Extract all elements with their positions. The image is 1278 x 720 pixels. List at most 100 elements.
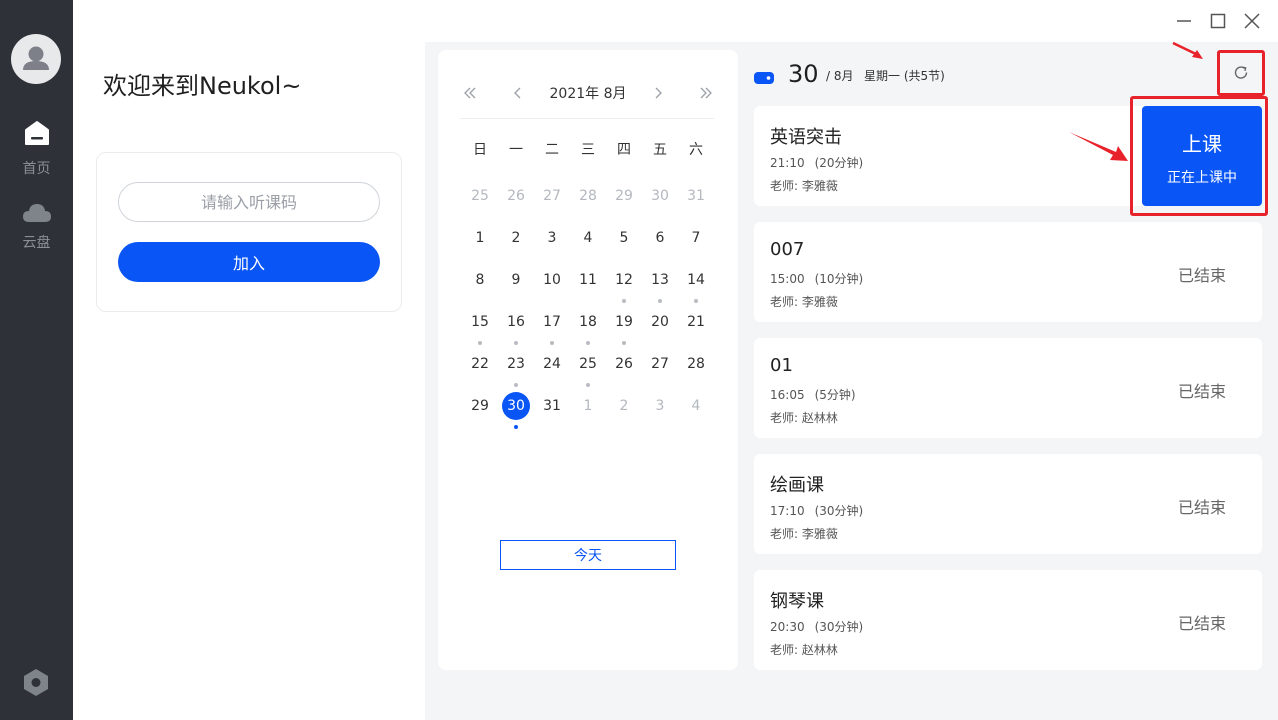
lesson-duration: (30分钟) bbox=[814, 504, 864, 518]
event-dot bbox=[586, 383, 590, 387]
calendar-day[interactable]: 25 bbox=[462, 178, 498, 214]
calendar-day[interactable]: 2 bbox=[498, 220, 534, 256]
weekday-label: 三 bbox=[581, 142, 595, 158]
calendar-day[interactable]: 7 bbox=[678, 220, 714, 256]
cloud-icon bbox=[22, 204, 51, 222]
calendar-day[interactable]: 9 bbox=[498, 262, 534, 298]
join-button[interactable]: 加入 bbox=[118, 242, 380, 282]
lesson-status: 已结束 bbox=[1177, 614, 1226, 633]
lesson-card[interactable]: 钢琴课 20:30 (30分钟) 老师: 赵林林 已结束 bbox=[754, 570, 1262, 670]
user-icon bbox=[23, 46, 49, 70]
tag-icon bbox=[754, 69, 774, 88]
calendar-day[interactable]: 11 bbox=[570, 262, 606, 298]
lesson-teacher: 老师: 李雅薇 bbox=[770, 179, 838, 193]
calendar-day[interactable]: 1 bbox=[570, 388, 606, 424]
prev-month-icon[interactable] bbox=[506, 82, 530, 104]
calendar-day[interactable]: 17 bbox=[534, 304, 570, 340]
settings-hex-icon[interactable] bbox=[22, 667, 50, 701]
calendar-day[interactable]: 22 bbox=[462, 346, 498, 382]
calendar-day[interactable]: 19 bbox=[606, 304, 642, 340]
lesson-duration: (5分钟) bbox=[814, 388, 856, 402]
next-month-icon[interactable] bbox=[646, 82, 670, 104]
lesson-title: 英语突击 bbox=[770, 127, 842, 148]
refresh-button[interactable] bbox=[1217, 50, 1265, 96]
home-icon bbox=[24, 121, 49, 145]
annotation-arrow bbox=[1066, 128, 1130, 168]
calendar-day[interactable]: 29 bbox=[462, 388, 498, 424]
sidebar-item-home[interactable]: 首页 bbox=[0, 118, 73, 178]
enter-class-button[interactable]: 上课 正在上课中 bbox=[1142, 106, 1262, 206]
weekday-label: 四 bbox=[617, 142, 631, 158]
calendar-day[interactable]: 15 bbox=[462, 304, 498, 340]
today-button[interactable]: 今天 bbox=[500, 540, 676, 570]
lesson-card[interactable]: 007 15:00 (10分钟) 老师: 李雅薇 已结束 bbox=[754, 222, 1262, 322]
weekday-label: 一 bbox=[509, 142, 523, 158]
sidebar-item-label: 云盘 bbox=[22, 235, 51, 251]
calendar-day[interactable]: 31 bbox=[678, 178, 714, 214]
calendar-day[interactable]: 30 bbox=[642, 178, 678, 214]
schedule-weekday: 星期一 (共5节) bbox=[864, 69, 945, 83]
lesson-duration: (10分钟) bbox=[814, 272, 864, 286]
lesson-card[interactable]: 01 16:05 (5分钟) 老师: 赵林林 已结束 bbox=[754, 338, 1262, 438]
calendar-day[interactable]: 8 bbox=[462, 262, 498, 298]
calendar-day[interactable]: 20 bbox=[642, 304, 678, 340]
lesson-duration: (30分钟) bbox=[814, 620, 864, 634]
lesson-time: 21:10 (20分钟) bbox=[770, 154, 863, 171]
calendar-day[interactable]: 14 bbox=[678, 262, 714, 298]
calendar-day[interactable]: 10 bbox=[534, 262, 570, 298]
lesson-card[interactable]: 绘画课 17:10 (30分钟) 老师: 李雅薇 已结束 bbox=[754, 454, 1262, 554]
calendar-day[interactable]: 27 bbox=[642, 346, 678, 382]
lesson-start: 16:05 bbox=[770, 388, 805, 402]
lesson-time: 17:10 (30分钟) bbox=[770, 502, 863, 519]
close-icon[interactable] bbox=[1238, 8, 1266, 34]
weekday-label: 五 bbox=[653, 142, 667, 158]
calendar-day[interactable]: 12 bbox=[606, 262, 642, 298]
calendar-day[interactable]: 2 bbox=[606, 388, 642, 424]
calendar-day[interactable]: 28 bbox=[570, 178, 606, 214]
calendar-day[interactable]: 13 bbox=[642, 262, 678, 298]
calendar-day[interactable]: 28 bbox=[678, 346, 714, 382]
calendar-day[interactable]: 16 bbox=[498, 304, 534, 340]
lesson-title: 绘画课 bbox=[770, 475, 824, 496]
schedule-day: 30 bbox=[788, 60, 819, 88]
calendar-day[interactable]: 3 bbox=[642, 388, 678, 424]
calendar-day[interactable]: 24 bbox=[534, 346, 570, 382]
prev-year-icon[interactable] bbox=[458, 82, 482, 104]
calendar-day[interactable]: 21 bbox=[678, 304, 714, 340]
lesson-status: 已结束 bbox=[1177, 382, 1226, 401]
lesson-start: 21:10 bbox=[770, 156, 805, 170]
lesson-start: 15:00 bbox=[770, 272, 805, 286]
sidebar-item-cloud[interactable]: 云盘 bbox=[0, 200, 73, 252]
refresh-icon bbox=[1234, 66, 1248, 79]
avatar[interactable] bbox=[11, 34, 61, 84]
class-code-input[interactable] bbox=[118, 182, 380, 222]
lesson-title: 钢琴课 bbox=[770, 591, 824, 612]
calendar-day[interactable]: 25 bbox=[570, 346, 606, 382]
lesson-start: 20:30 bbox=[770, 620, 805, 634]
calendar-day[interactable]: 27 bbox=[534, 178, 570, 214]
enter-class-label: 上课 bbox=[1182, 132, 1222, 156]
event-dot bbox=[550, 341, 554, 345]
calendar-day[interactable]: 4 bbox=[678, 388, 714, 424]
calendar-day-selected[interactable]: 30 bbox=[502, 392, 530, 420]
calendar-day[interactable]: 4 bbox=[570, 220, 606, 256]
weekday-label: 六 bbox=[689, 142, 703, 158]
minimize-icon[interactable] bbox=[1170, 8, 1198, 34]
calendar-day[interactable]: 1 bbox=[462, 220, 498, 256]
lesson-time: 15:00 (10分钟) bbox=[770, 270, 863, 287]
next-year-icon[interactable] bbox=[694, 82, 718, 104]
calendar-day[interactable]: 31 bbox=[534, 388, 570, 424]
maximize-icon[interactable] bbox=[1204, 8, 1232, 34]
lesson-title: 01 bbox=[770, 355, 793, 376]
calendar-day[interactable]: 18 bbox=[570, 304, 606, 340]
calendar-day[interactable]: 5 bbox=[606, 220, 642, 256]
lesson-title: 007 bbox=[770, 239, 805, 260]
calendar-day[interactable]: 6 bbox=[642, 220, 678, 256]
calendar-day[interactable]: 26 bbox=[606, 346, 642, 382]
calendar-day[interactable]: 23 bbox=[498, 346, 534, 382]
calendar-day[interactable]: 3 bbox=[534, 220, 570, 256]
event-dot bbox=[478, 341, 482, 345]
calendar-day[interactable]: 29 bbox=[606, 178, 642, 214]
calendar-day[interactable]: 26 bbox=[498, 178, 534, 214]
lesson-status: 已结束 bbox=[1177, 266, 1226, 285]
